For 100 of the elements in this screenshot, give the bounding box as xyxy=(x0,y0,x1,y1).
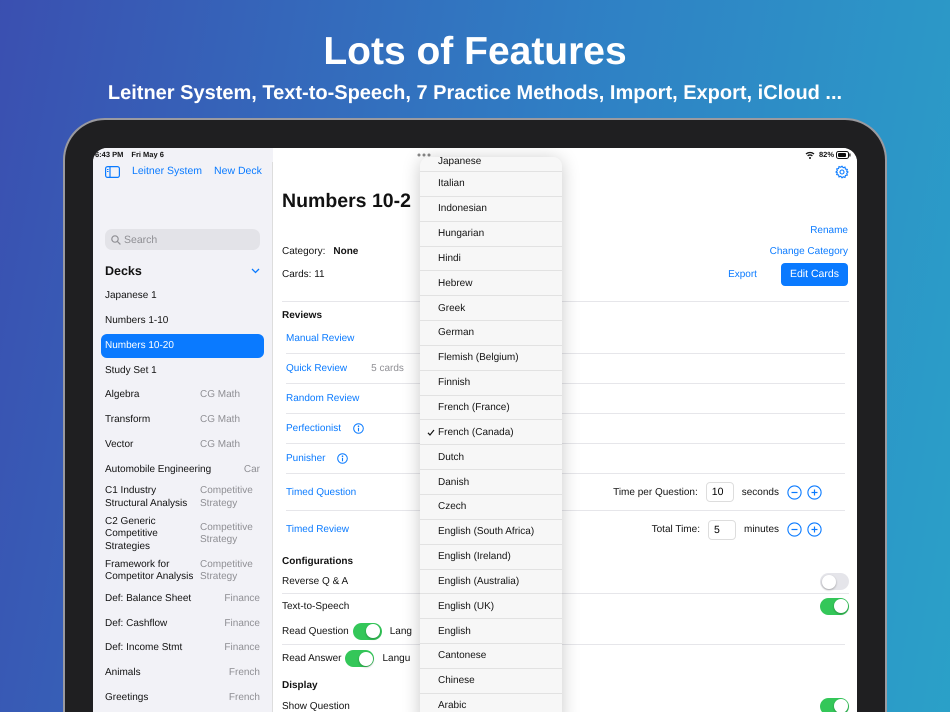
toolbar-link[interactable]: New Deck xyxy=(214,164,262,180)
language-label: Langu xyxy=(382,652,410,666)
language-option[interactable]: Italian xyxy=(420,172,562,197)
setting-label: Text-to-Speech xyxy=(282,600,350,614)
deck-item[interactable]: Greetings French xyxy=(101,686,264,710)
toggle-switch[interactable] xyxy=(345,650,374,667)
deck-item[interactable]: Animals French xyxy=(101,660,264,686)
language-option[interactable]: Danish xyxy=(420,470,562,495)
deck-title: C1 Industry Structural Analysis xyxy=(105,484,188,511)
deck-title: Numbers 1-10 xyxy=(105,314,168,328)
deck-item[interactable]: Framework for Competitor Analysis Competitive Strategy xyxy=(101,556,264,586)
deck-title: Numbers 10-20 xyxy=(105,338,174,353)
review-link[interactable]: Timed Question xyxy=(286,484,356,500)
language-option[interactable]: Dutch xyxy=(420,445,562,470)
deck-category: CG Math xyxy=(200,439,242,452)
plus-icon[interactable] xyxy=(807,522,822,537)
language-option[interactable]: Indonesian xyxy=(420,196,562,222)
language-option[interactable]: German xyxy=(420,321,562,346)
review-link[interactable]: Manual Review xyxy=(286,331,354,346)
deck-title: Study Set 1 xyxy=(105,364,157,378)
export-link[interactable]: Export xyxy=(728,267,757,282)
setting-label: Read Answer xyxy=(282,652,342,666)
wifi-icon xyxy=(804,151,815,159)
plus-icon[interactable] xyxy=(807,484,822,500)
deck-item[interactable]: Transform CG Math xyxy=(101,408,264,433)
deck-item[interactable]: Study Set 1 xyxy=(101,358,264,384)
deck-item[interactable]: Def: Income Stmt Finance xyxy=(101,636,264,661)
subtitle: Leitner System, Text-to-Speech, 7 Practice Methods, Import, Export, iCloud ... xyxy=(108,81,842,105)
card-count: Cards: 11 xyxy=(282,268,325,282)
deck-item[interactable]: Algebra CG Math xyxy=(101,383,264,408)
language-option[interactable]: Hungarian xyxy=(420,222,562,247)
deck-item[interactable]: Japanese 1 xyxy=(101,284,264,309)
language-option[interactable]: English (Australia) xyxy=(420,570,562,594)
deck-title: Framework for Competitor Analysis xyxy=(105,558,194,584)
language-option[interactable]: Hindi xyxy=(420,246,562,272)
language-option[interactable]: English xyxy=(420,619,562,644)
language-option[interactable]: Cantonese xyxy=(420,644,562,669)
info-icon[interactable] xyxy=(353,423,364,434)
deck-title-heading: Numbers 10-2 xyxy=(282,189,411,214)
deck-title: Animals xyxy=(105,666,141,680)
deck-item[interactable]: Def: Balance Sheet Finance xyxy=(101,586,264,612)
chevron-icon[interactable] xyxy=(251,268,260,274)
language-option[interactable]: Chinese xyxy=(420,668,562,694)
language-option[interactable]: Arabic xyxy=(420,694,562,712)
timer-label: Time per Question: xyxy=(613,486,698,500)
headline: Lots of Features xyxy=(322,29,628,74)
toggle-switch[interactable] xyxy=(820,573,849,590)
deck-category: Competitive Strategy xyxy=(200,558,254,584)
battery-icon xyxy=(836,151,851,159)
category-label: Category: xyxy=(282,245,326,259)
review-link[interactable]: Random Review xyxy=(286,391,360,406)
setting-label: Show Question xyxy=(282,700,350,712)
language-option[interactable]: Japanese xyxy=(420,157,562,172)
review-link[interactable]: Punisher xyxy=(286,451,326,466)
sidebar-toggle-icon[interactable] xyxy=(105,166,120,178)
multitasking-dots-icon[interactable] xyxy=(416,153,431,157)
minus-icon[interactable] xyxy=(787,484,802,500)
minus-icon[interactable] xyxy=(787,522,802,537)
edit-cards-button[interactable]: Edit Cards xyxy=(780,262,848,286)
deck-title: Transform xyxy=(105,413,150,428)
deck-category: CG Math xyxy=(200,389,242,402)
deck-category: French xyxy=(228,692,260,704)
toggle-switch[interactable] xyxy=(820,598,849,614)
timer-input[interactable]: 5 xyxy=(708,520,736,540)
language-option[interactable]: French (Canada) xyxy=(420,420,562,446)
toolbar-link[interactable]: Leitner System xyxy=(132,164,202,180)
language-option[interactable]: Czech xyxy=(420,494,562,520)
toggle-switch[interactable] xyxy=(820,698,849,712)
timer-input[interactable]: 10 xyxy=(706,482,734,502)
language-option[interactable]: Hebrew xyxy=(420,271,562,296)
language-option[interactable]: English (South Africa) xyxy=(420,520,562,545)
deck-item[interactable]: Def: Cashflow Finance xyxy=(101,611,264,636)
language-option[interactable]: Finnish xyxy=(420,370,562,396)
review-link[interactable]: Timed Review xyxy=(286,522,349,537)
timer-unit: seconds xyxy=(742,486,779,500)
search-field[interactable]: Search xyxy=(105,229,260,250)
deck-item[interactable]: Numbers 10-20 xyxy=(101,334,264,358)
deck-item[interactable]: Automobile Engineering Car xyxy=(101,458,264,482)
change-category-link[interactable]: Change Category xyxy=(770,244,848,259)
toggle-switch[interactable] xyxy=(352,622,382,640)
settings-icon[interactable] xyxy=(835,165,849,179)
review-link[interactable]: Perfectionist xyxy=(286,421,342,436)
language-option[interactable]: English (UK) xyxy=(420,594,562,620)
section-title: Decks xyxy=(105,262,142,280)
category-value: None xyxy=(333,245,358,259)
deck-item[interactable]: Numbers 1-10 xyxy=(101,308,264,334)
info-icon[interactable] xyxy=(337,453,348,464)
language-option[interactable]: Greek xyxy=(420,296,562,322)
deck-title: Automobile Engineering xyxy=(105,462,212,477)
language-option[interactable]: Flemish (Belgium) xyxy=(420,346,562,371)
deck-item[interactable]: C1 Industry Structural Analysis Competitive Strategy xyxy=(101,482,264,513)
deck-category: Finance xyxy=(224,592,260,605)
deck-item[interactable]: Vector CG Math xyxy=(101,432,264,458)
deck-item[interactable]: C2 Generic Competitive Strategies Competitive Strategy xyxy=(101,512,264,556)
language-option[interactable]: English (Ireland) xyxy=(420,544,562,570)
review-link[interactable]: Quick Review xyxy=(286,361,348,376)
setting-label: Reverse Q & A xyxy=(282,575,348,589)
deck-title: Greetings xyxy=(105,690,148,705)
rename-link[interactable]: Rename xyxy=(810,223,848,238)
language-option[interactable]: French (France) xyxy=(420,396,562,420)
